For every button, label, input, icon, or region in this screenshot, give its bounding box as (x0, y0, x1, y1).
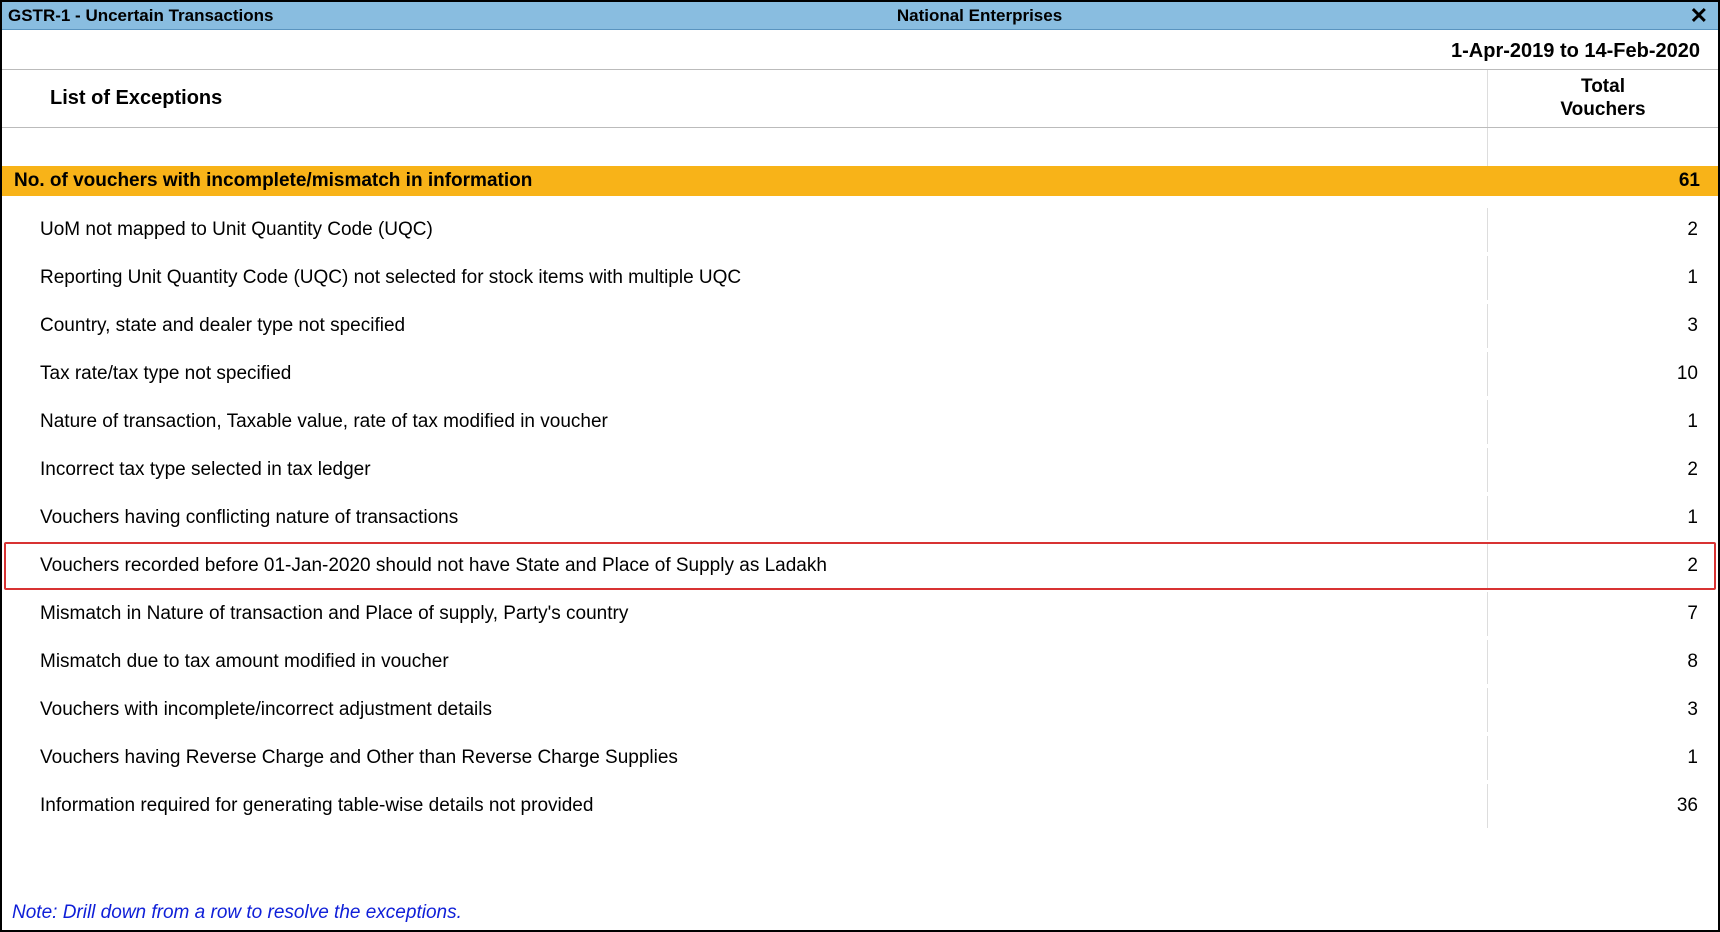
exception-count: 2 (1488, 219, 1714, 241)
exception-label: UoM not mapped to Unit Quantity Code (UQ… (6, 208, 1488, 252)
exception-label: Vouchers with incomplete/incorrect adjus… (6, 688, 1488, 732)
exception-row[interactable]: Country, state and dealer type not speci… (4, 302, 1716, 350)
rows-container: UoM not mapped to Unit Quantity Code (UQ… (2, 196, 1718, 895)
exception-row[interactable]: Vouchers having Reverse Charge and Other… (4, 734, 1716, 782)
window-title: GSTR-1 - Uncertain Transactions (8, 6, 273, 26)
exception-label: Mismatch due to tax amount modified in v… (6, 640, 1488, 684)
exception-count: 1 (1488, 267, 1714, 289)
header-total-label-line1: Total (1560, 76, 1645, 99)
exception-count: 1 (1488, 411, 1714, 433)
exception-count: 7 (1488, 603, 1714, 625)
exception-label: Reporting Unit Quantity Code (UQC) not s… (6, 256, 1488, 300)
exception-label: Nature of transaction, Taxable value, ra… (6, 400, 1488, 444)
exception-label: Vouchers having conflicting nature of tr… (6, 496, 1488, 540)
exception-label: Vouchers recorded before 01-Jan-2020 sho… (6, 544, 1488, 588)
summary-label: No. of vouchers with incomplete/mismatch… (2, 170, 1488, 192)
exception-label: Incorrect tax type selected in tax ledge… (6, 448, 1488, 492)
exception-row[interactable]: UoM not mapped to Unit Quantity Code (UQ… (4, 206, 1716, 254)
exception-count: 10 (1488, 363, 1714, 385)
exception-row[interactable]: Mismatch in Nature of transaction and Pl… (4, 590, 1716, 638)
exception-row[interactable]: Mismatch due to tax amount modified in v… (4, 638, 1716, 686)
exception-row[interactable]: Information required for generating tabl… (4, 782, 1716, 830)
exception-count: 36 (1488, 795, 1714, 817)
summary-row[interactable]: No. of vouchers with incomplete/mismatch… (2, 166, 1718, 196)
exception-count: 1 (1488, 747, 1714, 769)
exception-label: Vouchers having Reverse Charge and Other… (6, 736, 1488, 780)
exception-count: 3 (1488, 699, 1714, 721)
header-total-label: Total Vouchers (1488, 70, 1718, 127)
exception-count: 2 (1488, 555, 1714, 577)
exception-label: Information required for generating tabl… (6, 784, 1488, 828)
report-window: GSTR-1 - Uncertain Transactions National… (0, 0, 1720, 932)
titlebar: GSTR-1 - Uncertain Transactions National… (2, 2, 1718, 30)
exception-count: 8 (1488, 651, 1714, 673)
footer-note: Note: Drill down from a row to resolve t… (2, 895, 1718, 930)
exception-row[interactable]: Reporting Unit Quantity Code (UQC) not s… (4, 254, 1716, 302)
table-header: List of Exceptions Total Vouchers (2, 70, 1718, 128)
exception-label: Tax rate/tax type not specified (6, 352, 1488, 396)
exception-count: 3 (1488, 315, 1714, 337)
exception-row[interactable]: Tax rate/tax type not specified10 (4, 350, 1716, 398)
content-area: 1-Apr-2019 to 14-Feb-2020 List of Except… (2, 30, 1718, 930)
exception-row[interactable]: Vouchers recorded before 01-Jan-2020 sho… (4, 542, 1716, 590)
company-name: National Enterprises (273, 6, 1685, 26)
close-icon[interactable]: ✕ (1686, 6, 1712, 26)
header-list-label: List of Exceptions (2, 70, 1488, 127)
exception-row[interactable]: Vouchers with incomplete/incorrect adjus… (4, 686, 1716, 734)
summary-count: 61 (1488, 170, 1718, 192)
exception-label: Mismatch in Nature of transaction and Pl… (6, 592, 1488, 636)
exception-row[interactable]: Vouchers having conflicting nature of tr… (4, 494, 1716, 542)
spacer-row (2, 128, 1718, 166)
exception-count: 1 (1488, 507, 1714, 529)
header-total-label-line2: Vouchers (1560, 99, 1645, 122)
exception-row[interactable]: Incorrect tax type selected in tax ledge… (4, 446, 1716, 494)
exception-label: Country, state and dealer type not speci… (6, 304, 1488, 348)
exception-row[interactable]: Nature of transaction, Taxable value, ra… (4, 398, 1716, 446)
exception-count: 2 (1488, 459, 1714, 481)
period-range: 1-Apr-2019 to 14-Feb-2020 (2, 30, 1718, 70)
